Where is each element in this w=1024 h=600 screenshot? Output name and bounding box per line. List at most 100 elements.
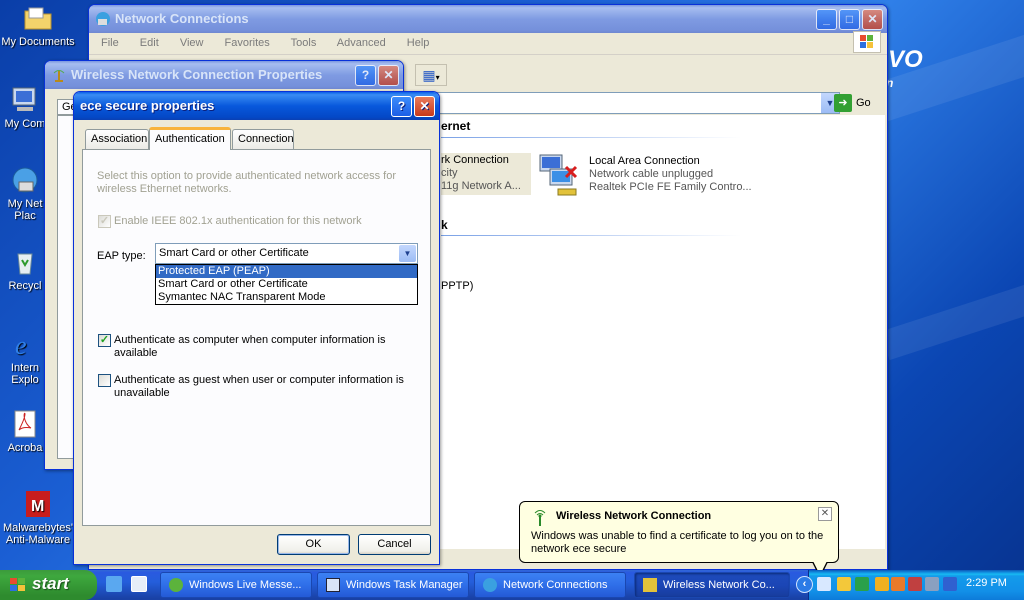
help-button[interactable]: ?: [391, 96, 412, 117]
balloon-title: Wireless Network Connection: [556, 510, 712, 522]
cancel-button[interactable]: Cancel: [358, 534, 431, 555]
desktop-icon-label: Intern Explo: [10, 362, 40, 386]
enable-8021x-checkbox[interactable]: ✓: [98, 215, 111, 228]
window-titlebar[interactable]: Network Connections _ □ ✕: [89, 5, 887, 33]
menu-favorites[interactable]: Favorites: [225, 37, 270, 49]
views-button[interactable]: ▦▾: [415, 64, 447, 86]
power-icon[interactable]: [891, 577, 905, 591]
go-label: Go: [856, 97, 871, 109]
desktop-icon-label: Recycl: [8, 280, 42, 292]
svg-text:M: M: [31, 498, 44, 515]
menu-help[interactable]: Help: [407, 37, 430, 49]
wireless-icon: [53, 70, 65, 82]
eap-option-peap[interactable]: Protected EAP (PEAP): [156, 265, 417, 278]
security-shield-icon[interactable]: [837, 577, 851, 591]
ok-button[interactable]: OK: [277, 534, 350, 555]
authentication-panel: Select this option to provide authentica…: [82, 149, 431, 526]
tab-authentication[interactable]: Authentication: [149, 127, 231, 150]
eap-option-symantec-nac[interactable]: Symantec NAC Transparent Mode: [156, 291, 417, 304]
go-button[interactable]: ➜ Go: [834, 94, 871, 112]
auth-description: Select this option to provide authentica…: [97, 170, 397, 195]
recycle-bin-icon: [17, 253, 33, 275]
section-header-k: k: [441, 218, 448, 232]
wireless-signal-icon: [534, 510, 546, 526]
ie-quicklaunch-icon[interactable]: [106, 576, 122, 592]
security-center-icon[interactable]: [875, 577, 889, 591]
wireless-tray-icon[interactable]: [817, 577, 831, 591]
window-titlebar[interactable]: Wireless Network Connection Properties ?…: [45, 61, 403, 89]
dialog-title: ece secure properties: [80, 98, 215, 113]
close-button[interactable]: ✕: [862, 9, 883, 30]
lan-connection-item[interactable]: Local Area Connection Network cable unpl…: [589, 155, 752, 194]
enable-8021x-label: Enable IEEE 802.1x authentication for th…: [114, 215, 362, 227]
menu-advanced[interactable]: Advanced: [337, 37, 386, 49]
tab-association[interactable]: Association: [85, 129, 149, 149]
help-button[interactable]: ?: [355, 65, 376, 86]
show-desktop-icon[interactable]: [131, 576, 148, 592]
windows-logo-icon: [10, 578, 25, 591]
taskbar-button-network-connections[interactable]: Network Connections: [474, 572, 626, 598]
computer-icon: [12, 87, 36, 111]
maximize-button[interactable]: □: [839, 9, 860, 30]
eap-type-value: Smart Card or other Certificate: [159, 247, 309, 259]
balloon-message: Windows was unable to find a certificate…: [531, 530, 824, 555]
tray-expand-button[interactable]: ‹: [796, 576, 813, 593]
folder-icon: [24, 7, 52, 30]
battery-icon[interactable]: [943, 577, 957, 591]
wallpaper-streak: [880, 269, 1024, 361]
menu-tools[interactable]: Tools: [291, 37, 317, 49]
taskbar-button-label: Wireless Network Co...: [663, 579, 775, 591]
network-tray-icon[interactable]: [925, 577, 939, 591]
taskbar-button-messenger[interactable]: Windows Live Messe...: [160, 572, 312, 598]
taskbar-button-task-manager[interactable]: Windows Task Manager: [317, 572, 469, 598]
auth-as-computer-checkbox[interactable]: ✓: [98, 334, 111, 347]
task-manager-icon: [326, 578, 340, 592]
app-tray-icon[interactable]: [855, 577, 869, 591]
window-title: Wireless Network Connection Properties: [71, 67, 323, 82]
taskbar-button-wireless-connection[interactable]: Wireless Network Co...: [634, 572, 790, 598]
desktop-icon-malwarebytes[interactable]: M Malwarebytes' Anti-Malware: [0, 488, 76, 546]
ece-secure-properties-dialog[interactable]: ece secure properties ? ✕ Association Au…: [73, 91, 440, 565]
antivirus-tray-icon[interactable]: [908, 577, 922, 591]
wireless-connection-item[interactable]: rk Connection city 11g Network A...: [441, 153, 531, 195]
desktop-icon-recycle-bin[interactable]: Recycl: [0, 246, 50, 292]
lan-connection-name: Local Area Connection: [589, 155, 700, 167]
desktop-icon-internet-explorer[interactable]: e Intern Explo: [0, 328, 50, 386]
start-button[interactable]: start: [0, 570, 97, 600]
notification-balloon[interactable]: Wireless Network Connection ✕ Windows wa…: [519, 501, 839, 563]
balloon-close-button[interactable]: ✕: [818, 507, 832, 521]
auth-as-guest-checkbox[interactable]: [98, 374, 111, 387]
menu-view[interactable]: View: [180, 37, 204, 49]
vpn-connection-item[interactable]: PPTP): [441, 280, 473, 293]
menu-bar: File Edit View Favorites Tools Advanced …: [89, 33, 887, 55]
close-button[interactable]: ✕: [414, 96, 435, 117]
network-icon: [483, 578, 497, 592]
wireless-connection-status: city: [441, 167, 458, 179]
lan-disconnected-icon: [539, 154, 578, 196]
desktop-icon-my-network-places[interactable]: My Net Plac: [0, 164, 50, 222]
quick-launch: [106, 576, 153, 595]
minimize-button[interactable]: _: [816, 9, 837, 30]
internet-explorer-icon: e: [15, 331, 27, 360]
eap-option-smart-card[interactable]: Smart Card or other Certificate: [156, 278, 417, 291]
auth-as-guest-label: Authenticate as guest when user or compu…: [114, 374, 404, 399]
chevron-down-icon[interactable]: ▼: [399, 245, 416, 262]
taskbar: start Windows Live Messe... Windows Task…: [0, 570, 1024, 600]
dialog-titlebar[interactable]: ece secure properties ? ✕: [74, 92, 439, 120]
desktop-icon-my-computer[interactable]: My Com: [0, 84, 50, 130]
desktop-icon-my-documents[interactable]: My Documents: [0, 2, 76, 48]
taskbar-button-label: Network Connections: [503, 579, 608, 591]
menu-file[interactable]: File: [101, 37, 119, 49]
taskbar-clock[interactable]: 2:29 PM: [966, 577, 1007, 589]
menu-edit[interactable]: Edit: [140, 37, 159, 49]
eap-type-label: EAP type:: [97, 250, 146, 262]
desktop-icon-acrobat[interactable]: Acroba: [0, 408, 50, 454]
eap-type-select[interactable]: Smart Card or other Certificate ▼: [155, 243, 418, 264]
wireless-icon: [643, 578, 657, 592]
close-button[interactable]: ✕: [378, 65, 399, 86]
tab-connection[interactable]: Connection: [232, 129, 294, 149]
desktop-icon-label: My Net Plac: [7, 198, 43, 222]
window-title: Network Connections: [115, 11, 249, 26]
section-divider: [441, 137, 741, 138]
lan-connection-device: Realtek PCIe FE Family Contro...: [589, 181, 752, 193]
